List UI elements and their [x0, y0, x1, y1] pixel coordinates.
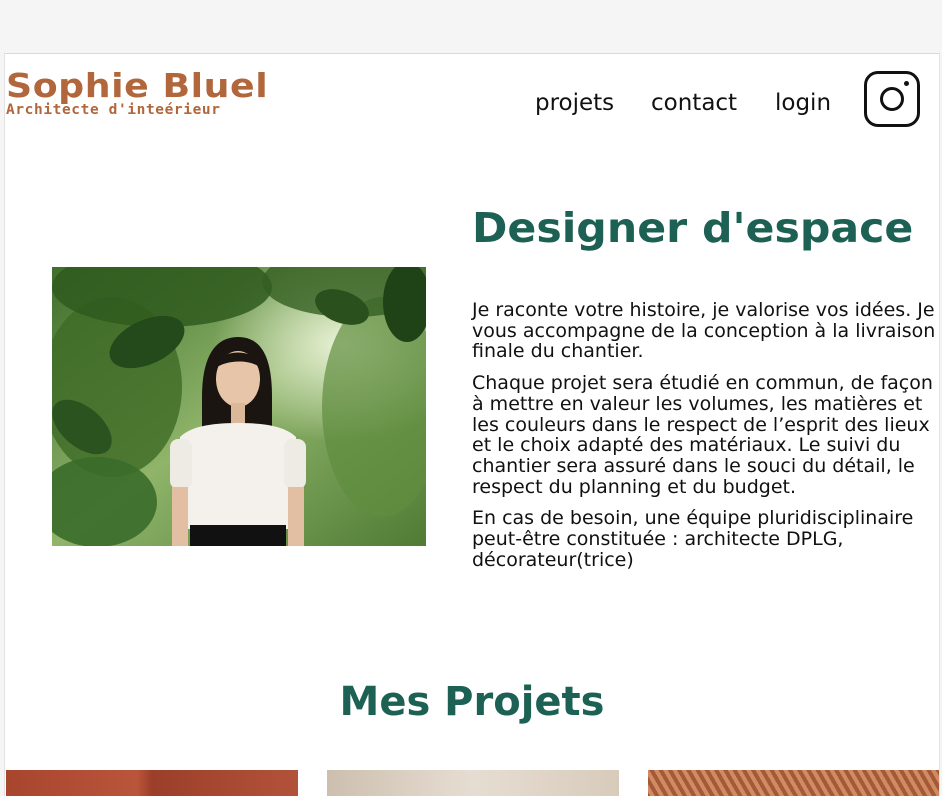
- intro-paragraph-2: Chaque projet sera étudié en commun, de …: [472, 372, 933, 498]
- intro-text: Je raconte votre histoire, je valorise v…: [472, 300, 938, 581]
- site-name: Sophie Bluel: [6, 66, 269, 105]
- intro-title: Designer d'espace: [472, 204, 914, 252]
- instagram-lens: [880, 87, 904, 111]
- instagram-dot: [904, 81, 909, 86]
- brand-logo[interactable]: Sophie Bluel Architecte d'inteérieur: [6, 69, 268, 118]
- project-thumbnail-3[interactable]: [648, 770, 939, 796]
- portrait-photo: [52, 267, 426, 546]
- nav-contact[interactable]: contact: [651, 90, 737, 116]
- nav-projets[interactable]: projets: [535, 90, 614, 116]
- intro-paragraph-1: Je raconte votre histoire, je valorise v…: [472, 299, 936, 363]
- projects-title: Mes Projets: [339, 679, 605, 725]
- nav-login[interactable]: login: [775, 90, 831, 116]
- instagram-icon[interactable]: [864, 71, 920, 127]
- project-thumbnail-1[interactable]: [6, 770, 298, 796]
- project-thumbnail-2[interactable]: [327, 770, 619, 796]
- intro-paragraph-3: En cas de besoin, une équipe pluridiscip…: [472, 507, 914, 571]
- site-subtitle: Architecte d'inteérieur: [6, 102, 221, 118]
- page-container: Sophie Bluel Architecte d'inteérieur pro…: [4, 53, 940, 796]
